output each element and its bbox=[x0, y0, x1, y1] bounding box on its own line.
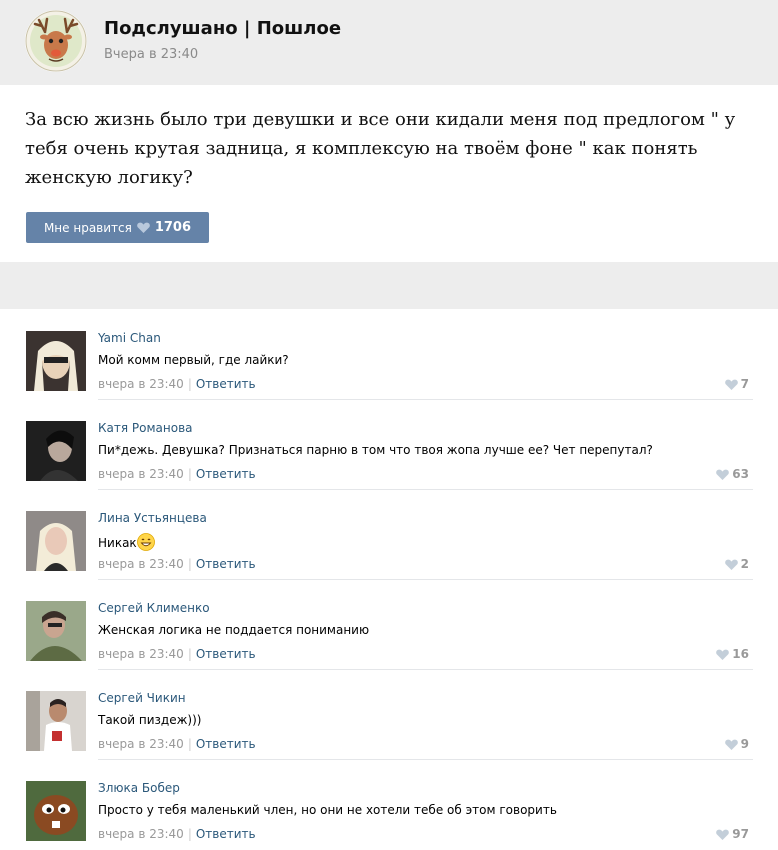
reply-link[interactable]: Ответить bbox=[196, 557, 256, 571]
comment-text: Женская логика не поддается пониманию bbox=[98, 623, 370, 637]
comment-meta: вчера в 23:40 | Ответить bbox=[98, 467, 256, 481]
meta-separator: | bbox=[187, 377, 192, 391]
comment-meta: вчера в 23:40 | Ответить bbox=[98, 647, 256, 661]
comment-time[interactable]: вчера в 23:40 bbox=[98, 647, 184, 661]
comment-like-button[interactable]: 63 bbox=[716, 467, 749, 481]
comment-meta: вчера в 23:40 | Ответить bbox=[98, 737, 256, 751]
grinning-smiley-icon bbox=[136, 533, 155, 551]
avatar[interactable] bbox=[26, 331, 86, 391]
comment-item: Yami Chan Мой комм первый, где лайки? вч… bbox=[0, 310, 778, 400]
comment-author[interactable]: Сергей Чикин bbox=[98, 691, 186, 705]
user-photo-icon bbox=[26, 421, 86, 481]
user-photo-icon bbox=[26, 331, 86, 391]
meta-separator: | bbox=[187, 827, 192, 841]
group-name[interactable]: Подслушано | Пошлое bbox=[104, 18, 341, 39]
comment-like-button[interactable]: 97 bbox=[716, 827, 749, 841]
comment-like-count: 63 bbox=[732, 467, 749, 481]
comment-author[interactable]: Сергей Клименко bbox=[98, 601, 210, 615]
user-photo-icon bbox=[26, 601, 86, 661]
like-button[interactable]: Мне нравится 1706 bbox=[26, 212, 209, 243]
comment-time[interactable]: вчера в 23:40 bbox=[98, 467, 184, 481]
comment-time[interactable]: вчера в 23:40 bbox=[98, 737, 184, 751]
reply-link[interactable]: Ответить bbox=[196, 467, 256, 481]
user-photo-icon bbox=[26, 511, 86, 571]
comment-like-button[interactable]: 7 bbox=[724, 377, 749, 391]
heart-icon bbox=[137, 222, 150, 233]
comment-like-button[interactable]: 9 bbox=[724, 737, 749, 751]
section-divider bbox=[0, 262, 778, 309]
comment-author[interactable]: Катя Романова bbox=[98, 421, 193, 435]
comment-text: Пи*дежь. Девушка? Признаться парню в том… bbox=[98, 443, 653, 457]
comment-text: Такой пиздеж))) bbox=[98, 713, 202, 727]
comment-author[interactable]: Лина Устьянцева bbox=[98, 511, 207, 525]
meta-separator: | bbox=[187, 647, 192, 661]
like-label: Мне нравится bbox=[43, 220, 132, 235]
comment-item: Сергей Чикин Такой пиздеж))) вчера в 23:… bbox=[0, 670, 778, 760]
comment-like-count: 97 bbox=[732, 827, 749, 841]
comment-item: Сергей Клименко Женская логика не поддае… bbox=[0, 580, 778, 670]
post-text: За всю жизнь было три девушки и все они … bbox=[25, 109, 736, 188]
comment-like-count: 9 bbox=[740, 737, 749, 751]
reply-link[interactable]: Ответить bbox=[196, 737, 256, 751]
comment-text-content: Никак bbox=[98, 536, 137, 550]
comment-item: Лина Устьянцева Никак вчера в 23:40 | Отве… bbox=[0, 490, 778, 580]
comment-like-button[interactable]: 16 bbox=[716, 647, 749, 661]
comment-like-button[interactable]: 2 bbox=[724, 557, 749, 571]
avatar[interactable] bbox=[26, 421, 86, 481]
comment-like-count: 16 bbox=[732, 647, 749, 661]
heart-icon bbox=[724, 559, 738, 570]
heart-icon bbox=[724, 379, 738, 390]
group-avatar[interactable] bbox=[25, 10, 87, 72]
avatar[interactable] bbox=[26, 511, 86, 571]
comment-meta: вчера в 23:40 | Ответить bbox=[98, 377, 256, 391]
comment-author[interactable]: Yami Chan bbox=[98, 331, 161, 345]
heart-icon bbox=[716, 469, 730, 480]
comment-like-count: 7 bbox=[740, 377, 749, 391]
comment-text: Мой комм первый, где лайки? bbox=[98, 353, 289, 367]
reply-link[interactable]: Ответить bbox=[196, 647, 256, 661]
heart-icon bbox=[716, 829, 730, 840]
like-count: 1706 bbox=[154, 220, 192, 235]
meta-separator: | bbox=[187, 557, 192, 571]
post-time: Вчера в 23:40 bbox=[104, 47, 199, 62]
comment-time[interactable]: вчера в 23:40 bbox=[98, 557, 184, 571]
avatar[interactable] bbox=[26, 601, 86, 661]
comment-time[interactable]: вчера в 23:40 bbox=[98, 827, 184, 841]
user-photo-icon bbox=[26, 781, 86, 841]
comment-item: Злюка Бобер Просто у тебя маленький член… bbox=[0, 760, 778, 850]
comment-author[interactable]: Злюка Бобер bbox=[98, 781, 180, 795]
post-header: Подслушано | Пошлое Вчера в 23:40 bbox=[0, 0, 778, 85]
reply-link[interactable]: Ответить bbox=[196, 827, 256, 841]
avatar[interactable] bbox=[26, 781, 86, 841]
comment-meta: вчера в 23:40 | Ответить bbox=[98, 827, 256, 841]
comment-meta: вчера в 23:40 | Ответить bbox=[98, 557, 256, 571]
heart-icon bbox=[724, 739, 738, 750]
meta-separator: | bbox=[187, 737, 192, 751]
comment-time[interactable]: вчера в 23:40 bbox=[98, 377, 184, 391]
comment-item: Катя Романова Пи*дежь. Девушка? Признать… bbox=[0, 400, 778, 490]
heart-icon bbox=[716, 649, 730, 660]
user-photo-icon bbox=[26, 691, 86, 751]
deer-logo-icon bbox=[25, 10, 87, 72]
comment-text: Никак bbox=[98, 533, 155, 551]
reply-link[interactable]: Ответить bbox=[196, 377, 256, 391]
meta-separator: | bbox=[187, 467, 192, 481]
comment-text: Просто у тебя маленький член, но они не … bbox=[98, 803, 557, 817]
comment-like-count: 2 bbox=[740, 557, 749, 571]
avatar[interactable] bbox=[26, 691, 86, 751]
